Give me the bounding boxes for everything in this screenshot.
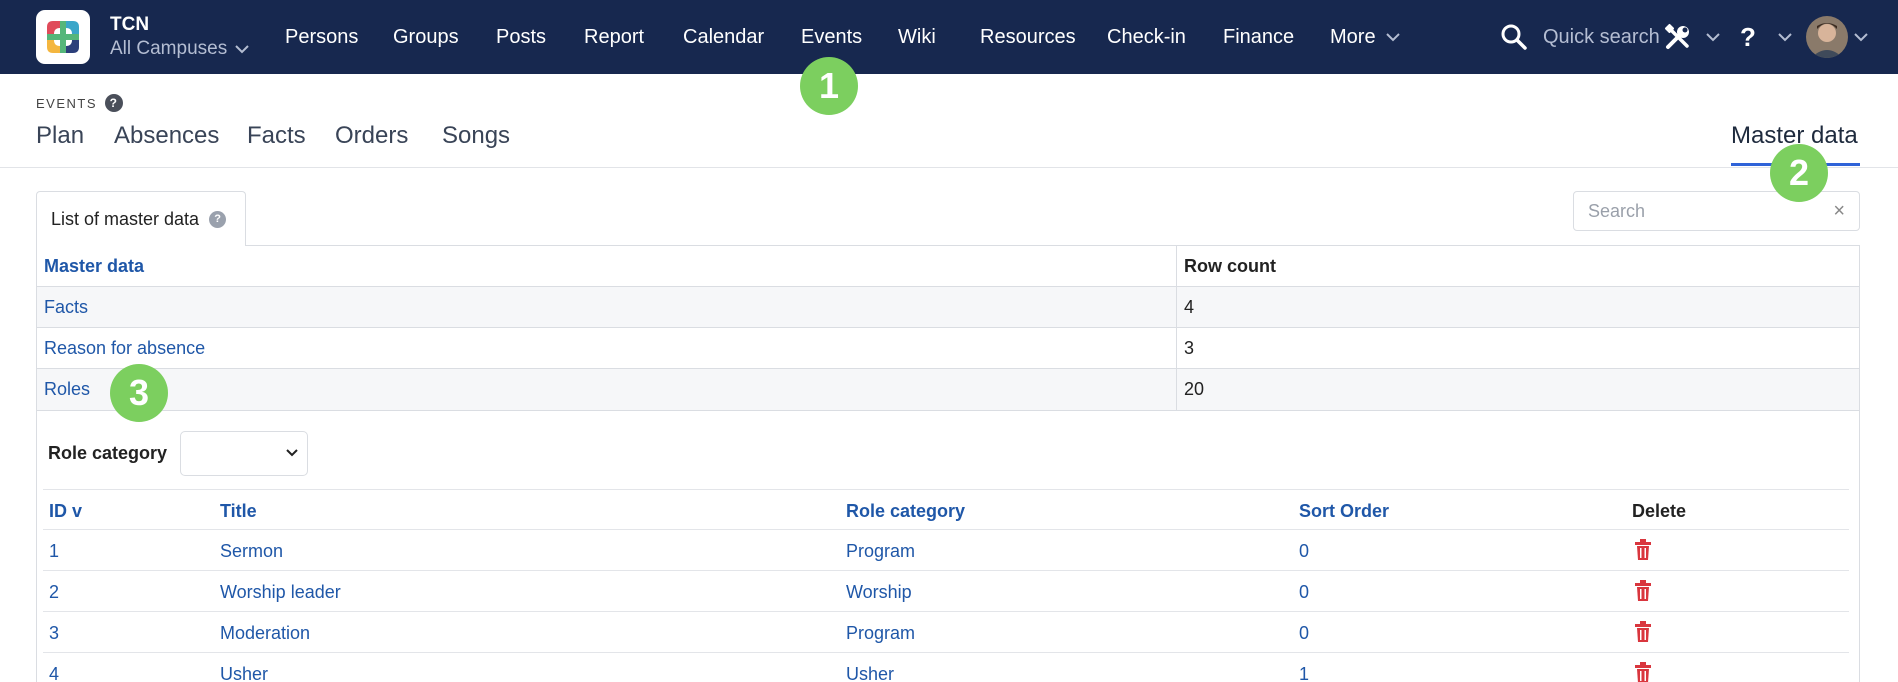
master-data-link-reason-for-absence[interactable]: Reason for absence: [44, 338, 205, 359]
table-row: Reason for absence 3: [37, 328, 1859, 369]
nav-calendar[interactable]: Calendar: [683, 26, 764, 49]
help-icon[interactable]: ?: [105, 94, 124, 112]
tab-songs[interactable]: Songs: [442, 122, 510, 150]
master-data-table: Master data Row count Facts 4 Reason for…: [36, 245, 1860, 411]
chevron-down-icon: [1385, 33, 1400, 42]
column-header-role-category[interactable]: Role category: [846, 501, 965, 522]
campus-selector[interactable]: All Campuses: [110, 38, 249, 60]
chevron-down-icon: [235, 44, 249, 53]
nav-more-label: More: [1330, 26, 1376, 48]
tab-absences[interactable]: Absences: [114, 122, 219, 150]
table-row: 2 Worship leader Worship 0: [43, 571, 1849, 612]
nav-persons[interactable]: Persons: [285, 26, 358, 49]
role-title[interactable]: Worship leader: [220, 582, 341, 603]
role-id[interactable]: 3: [49, 623, 59, 644]
role-sort-order[interactable]: 0: [1299, 541, 1309, 562]
role-category[interactable]: Worship: [846, 582, 912, 603]
nav-groups[interactable]: Groups: [393, 26, 459, 49]
role-id[interactable]: 1: [49, 541, 59, 562]
master-data-link-facts[interactable]: Facts: [44, 297, 88, 318]
trash-icon[interactable]: [1634, 662, 1652, 682]
nav-more[interactable]: More: [1330, 26, 1400, 49]
tab-facts[interactable]: Facts: [247, 122, 306, 150]
trash-icon[interactable]: [1634, 539, 1652, 561]
column-header-row-count: Row count: [1184, 255, 1276, 276]
role-category[interactable]: Usher: [846, 664, 894, 682]
chevron-down-icon: [286, 449, 298, 457]
church-logo-icon[interactable]: [36, 10, 90, 64]
role-category[interactable]: Program: [846, 541, 915, 562]
column-header-master-data[interactable]: Master data: [44, 256, 144, 277]
roles-table-header: ID v Title Role category Sort Order Dele…: [43, 489, 1849, 530]
search-field[interactable]: ×: [1573, 191, 1860, 231]
role-category-select[interactable]: [180, 431, 308, 476]
section-label-text: EVENTS: [36, 95, 98, 111]
role-title[interactable]: Moderation: [220, 623, 310, 644]
nav-report[interactable]: Report: [584, 26, 644, 49]
step-marker-3: 3: [110, 364, 168, 422]
roles-section: Role category ID v Title Role category S…: [36, 411, 1860, 682]
role-sort-order[interactable]: 1: [1299, 664, 1309, 682]
chevron-down-icon[interactable]: [1706, 0, 1720, 74]
role-sort-order[interactable]: 0: [1299, 582, 1309, 603]
section-label: EVENTS ?: [36, 94, 124, 112]
row-count: 20: [1184, 379, 1205, 399]
nav-resources[interactable]: Resources: [980, 26, 1076, 49]
help-icon[interactable]: ?: [1740, 0, 1756, 74]
top-navbar: TCN All Campuses Persons Groups Posts Re…: [0, 0, 1898, 74]
nav-check-in[interactable]: Check-in: [1107, 26, 1186, 49]
table-row: Roles 20: [37, 369, 1859, 410]
trash-icon[interactable]: [1634, 621, 1652, 643]
panel-tab-label: List of master data: [51, 208, 200, 229]
tools-icon[interactable]: [1664, 0, 1692, 74]
role-sort-order[interactable]: 0: [1299, 623, 1309, 644]
step-marker-2: 2: [1770, 144, 1828, 202]
row-count: 3: [1184, 337, 1195, 358]
trash-icon[interactable]: [1634, 580, 1652, 602]
nav-finance[interactable]: Finance: [1223, 26, 1294, 49]
table-row: 4 Usher Usher 1: [43, 653, 1849, 682]
close-icon[interactable]: ×: [1833, 200, 1845, 223]
chevron-down-icon[interactable]: [1854, 0, 1868, 74]
chevron-down-icon[interactable]: [1778, 0, 1792, 74]
help-icon[interactable]: ?: [209, 210, 227, 228]
panel-tab-master-data-list[interactable]: List of master data ?: [36, 191, 246, 246]
tab-orders[interactable]: Orders: [335, 122, 408, 150]
column-header-delete: Delete: [1632, 501, 1687, 521]
table-row: 3 Moderation Program 0: [43, 612, 1849, 653]
divider: [0, 167, 1898, 168]
campus-label: All Campuses: [110, 38, 228, 59]
role-category[interactable]: Program: [846, 623, 915, 644]
user-avatar[interactable]: [1806, 0, 1848, 74]
table-row: Facts 4: [37, 287, 1859, 328]
tab-plan[interactable]: Plan: [36, 122, 84, 150]
nav-posts[interactable]: Posts: [496, 26, 546, 49]
search-icon[interactable]: [1500, 0, 1528, 74]
org-name[interactable]: TCN: [110, 14, 149, 36]
role-id[interactable]: 2: [49, 582, 59, 603]
table-header-row: Master data Row count: [37, 246, 1859, 287]
row-count: 4: [1184, 296, 1195, 317]
role-title[interactable]: Usher: [220, 664, 268, 682]
column-header-id[interactable]: ID v: [49, 501, 82, 522]
nav-wiki[interactable]: Wiki: [898, 26, 936, 49]
role-category-filter-label: Role category: [48, 443, 168, 463]
table-row: 1 Sermon Program 0: [43, 530, 1849, 571]
master-data-link-roles[interactable]: Roles: [44, 379, 90, 400]
quick-search-label[interactable]: Quick search: [1543, 0, 1660, 74]
column-header-sort-order[interactable]: Sort Order: [1299, 501, 1389, 522]
column-header-title[interactable]: Title: [220, 501, 257, 522]
nav-events[interactable]: Events: [801, 26, 862, 49]
role-id[interactable]: 4: [49, 664, 59, 682]
role-title[interactable]: Sermon: [220, 541, 283, 562]
step-marker-1: 1: [800, 57, 858, 115]
